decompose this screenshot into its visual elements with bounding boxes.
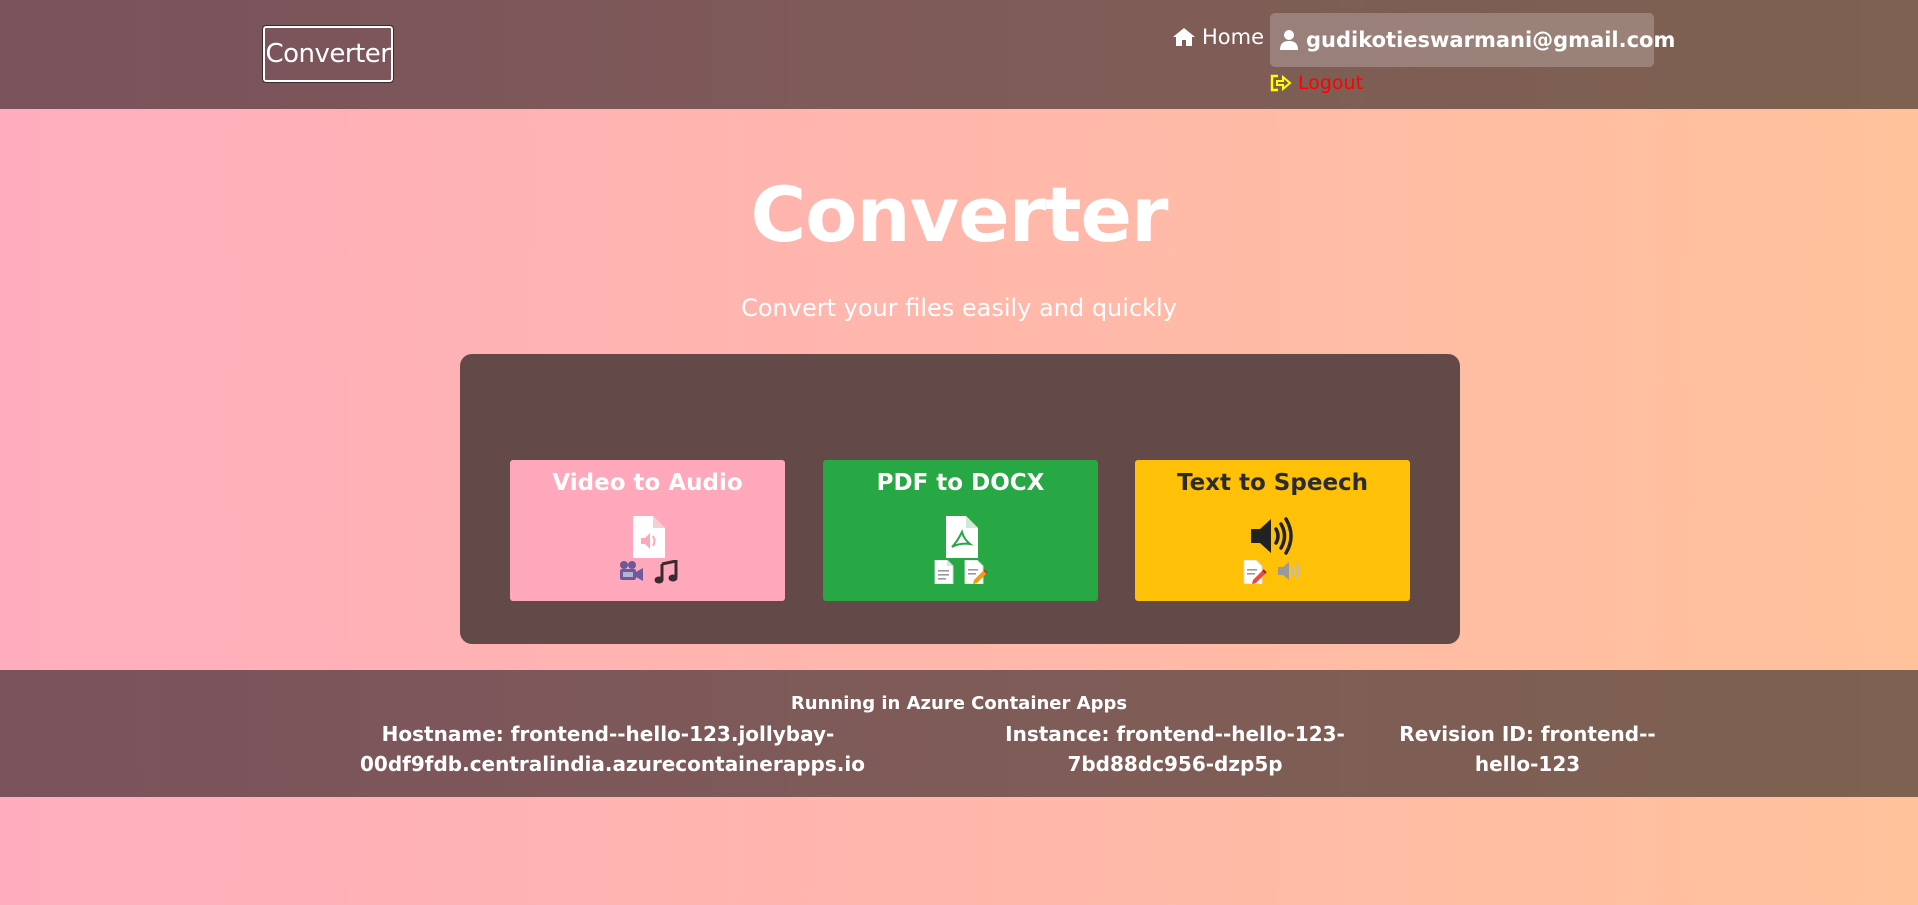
- nav-home-link[interactable]: Home: [1172, 22, 1264, 52]
- page-title: Converter: [750, 170, 1168, 259]
- instance-line-2: 7bd88dc956-dzp5p: [1067, 752, 1283, 776]
- instance-line-1: Instance: frontend--hello-123-: [1005, 722, 1345, 746]
- hostname-line-1: Hostname: frontend--hello-123.jollybay-: [381, 722, 835, 746]
- logout-icon: [1270, 74, 1292, 92]
- pdf-to-docx-card[interactable]: PDF to DOCX: [823, 460, 1098, 601]
- music-note-icon: [654, 559, 678, 588]
- speaker-small-icon: [1277, 560, 1303, 588]
- audio-file-icon: [631, 516, 665, 562]
- footer-instance: Instance: frontend--hello-123- 7bd88dc95…: [990, 719, 1360, 779]
- revision-line-1: Revision ID: frontend--: [1399, 722, 1656, 746]
- brand-link[interactable]: Converter: [262, 25, 394, 83]
- page-subtitle: Convert your files easily and quickly: [741, 294, 1177, 322]
- user-icon: [1280, 29, 1298, 51]
- document-icon: [934, 559, 954, 588]
- card-sub-icons: [823, 559, 1098, 588]
- card-title: PDF to DOCX: [876, 470, 1045, 496]
- pdf-file-icon: [944, 516, 978, 562]
- card-sub-icons: [1135, 559, 1410, 588]
- video-to-audio-card[interactable]: Video to Audio: [510, 460, 785, 601]
- footer: Running in Azure Container Apps Hostname…: [0, 670, 1918, 797]
- logout-label: Logout: [1298, 72, 1364, 94]
- footer-hostname: Hostname: frontend--hello-123.jollybay- …: [360, 719, 865, 779]
- text-to-speech-card[interactable]: Text to Speech: [1135, 460, 1410, 601]
- speaker-icon: [1249, 516, 1297, 560]
- home-icon: [1172, 27, 1196, 47]
- hostname-line-2: 00df9fdb.centralindia.azurecontainerapps…: [360, 752, 865, 776]
- converter-panel: Video to Audio PDF to DOCX Text to Speec…: [460, 354, 1460, 644]
- card-title: Text to Speech: [1176, 470, 1369, 496]
- revision-line-2: hello-123: [1474, 752, 1581, 776]
- user-account[interactable]: gudikotieswarmani@gmail.com: [1270, 13, 1675, 67]
- footer-title: Running in Azure Container Apps: [790, 693, 1128, 714]
- logout-link[interactable]: Logout: [1270, 70, 1363, 96]
- nav-home-label: Home: [1202, 25, 1265, 49]
- card-title: Video to Audio: [552, 470, 743, 496]
- edit-document-icon: [964, 559, 988, 588]
- edit-document-icon: [1243, 559, 1267, 588]
- card-sub-icons: [510, 559, 785, 588]
- user-email: gudikotieswarmani@gmail.com: [1306, 28, 1676, 52]
- footer-revision: Revision ID: frontend-- hello-123: [1395, 719, 1660, 779]
- top-navbar: Converter Home gudikotieswarmani@gmail.c…: [0, 0, 1918, 109]
- video-camera-icon: [618, 560, 644, 588]
